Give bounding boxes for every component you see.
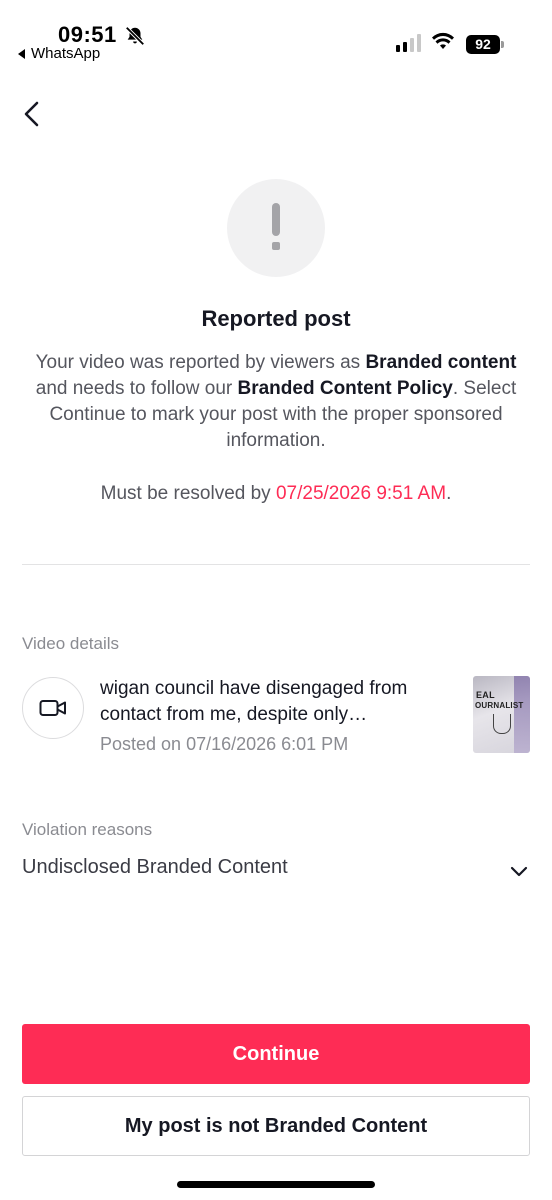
back-to-app-link[interactable]: WhatsApp [18, 45, 100, 62]
video-thumbnail[interactable]: EAL OURNALIST [473, 676, 530, 753]
back-triangle-icon [18, 48, 25, 59]
continue-button[interactable]: Continue [22, 1024, 530, 1084]
back-arrow-icon [24, 101, 39, 127]
deadline-text: Must be resolved by 07/25/2026 9:51 AM. [100, 483, 452, 504]
bell-slash-icon [125, 26, 145, 46]
chevron-down-icon[interactable] [508, 860, 530, 882]
video-camera-icon [22, 677, 84, 739]
page-title: Reported post [201, 306, 351, 331]
divider [22, 564, 530, 565]
video-details-label: Video details [22, 634, 120, 653]
back-button[interactable] [14, 96, 50, 132]
battery-icon: 92 [466, 35, 504, 54]
exclamation-icon [227, 179, 325, 277]
signal-icon [396, 34, 421, 52]
battery-level: 92 [466, 35, 500, 54]
video-posted-date: Posted on 07/16/2026 6:01 PM [100, 734, 349, 754]
wifi-icon [432, 32, 454, 49]
policy-link[interactable]: Branded Content Policy [238, 378, 453, 399]
video-title: wigan council have disengaged from conta… [100, 678, 408, 725]
violation-reasons-label: Violation reasons [22, 820, 153, 839]
home-indicator[interactable] [177, 1181, 375, 1188]
back-app-label: WhatsApp [31, 45, 101, 62]
video-item[interactable]: wigan council have disengaged from conta… [22, 674, 530, 754]
deadline-date: 07/25/2026 9:51 AM [275, 483, 447, 504]
report-description: Your video was reported by viewers as Br… [35, 352, 517, 451]
not-branded-content-button[interactable]: My post is not Branded Content [22, 1096, 530, 1156]
violation-reason-value[interactable]: Undisclosed Branded Content [22, 856, 288, 879]
status-bar: 09:51 WhatsApp 92 [0, 0, 552, 70]
